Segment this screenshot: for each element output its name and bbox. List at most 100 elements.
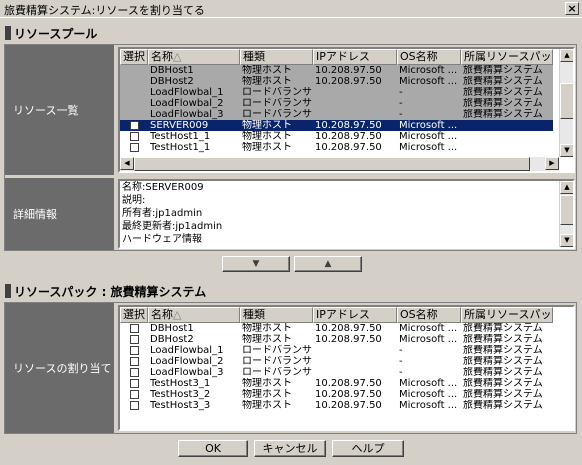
- select-checkbox[interactable]: [130, 401, 139, 410]
- move-up-button[interactable]: ▲: [294, 256, 362, 272]
- column-header[interactable]: 種類: [240, 49, 313, 65]
- table-row[interactable]: TestHost1_1 物理ホスト 10.208.97.50 Microsoft ..…: [120, 131, 553, 142]
- scroll-thumb[interactable]: [560, 83, 573, 119]
- table-row[interactable]: TestHost1_1 物理ホスト 10.208.97.50 Microsoft ..…: [120, 142, 553, 153]
- hscroll-thumb[interactable]: [134, 157, 530, 171]
- select-checkbox[interactable]: [130, 335, 139, 344]
- resource-list-label: リソース一覧: [5, 45, 114, 175]
- column-header-label: 名称: [151, 50, 173, 63]
- select-checkbox[interactable]: [130, 143, 139, 152]
- table-row[interactable]: LoadFlowbal_3 ロードバランサ - 旅費精算システム: [120, 367, 553, 378]
- cell-name: LoadFlowbal_3: [150, 367, 224, 378]
- help-button[interactable]: ヘルプ: [332, 440, 404, 457]
- cell-type: ロードバランサ: [242, 109, 312, 120]
- cell-type: 物理ホスト: [242, 378, 292, 389]
- detail-line: ハードウェア情報: [122, 234, 202, 245]
- scroll-thumb[interactable]: [560, 195, 573, 225]
- cell-type: 物理ホスト: [242, 120, 292, 131]
- cell-pack: 旅費精算システム: [463, 378, 543, 389]
- scroll-down-icon[interactable]: ▼: [560, 234, 573, 247]
- scroll-up-icon[interactable]: ▲: [560, 181, 573, 194]
- cell-ip: 10.208.97.50: [315, 323, 382, 334]
- table-row[interactable]: DBHost1 物理ホスト 10.208.97.50 Microsoft ... 旅費精…: [120, 65, 553, 76]
- cell-ip: [313, 87, 397, 98]
- column-header[interactable]: IPアドレス: [313, 49, 397, 65]
- cell-type: ロードバランサ: [242, 356, 312, 367]
- select-checkbox[interactable]: [130, 379, 139, 388]
- column-header[interactable]: 所属リソースパック: [461, 307, 553, 323]
- select-cell: [120, 131, 148, 142]
- cell-name: SERVER009: [150, 120, 209, 131]
- cell-os: Microsoft ...: [399, 334, 458, 345]
- detail-vertical-scrollbar[interactable]: ▲ ▼: [559, 181, 573, 247]
- cell-pack: [461, 142, 553, 153]
- table-row[interactable]: LoadFlowbal_2 ロードバランサ - 旅費精算システム: [120, 98, 553, 109]
- select-checkbox[interactable]: [130, 132, 139, 141]
- cell-os: -: [399, 345, 403, 356]
- select-checkbox[interactable]: [130, 121, 139, 130]
- column-header[interactable]: IPアドレス: [313, 307, 397, 323]
- pool-panel: リソース一覧 選択 名称△ 種類 IPアドレス OS名称 所属リソースパック DBHost1…: [4, 44, 577, 251]
- column-header[interactable]: 名称△: [148, 307, 240, 323]
- table-row[interactable]: DBHost2 物理ホスト 10.208.97.50 Microsoft ... 旅費精…: [120, 76, 553, 87]
- table-row[interactable]: DBHost2 物理ホスト 10.208.97.50 Microsoft ... 旅費精…: [120, 334, 553, 345]
- cell-pack: 旅費精算システム: [463, 389, 543, 400]
- table-row[interactable]: LoadFlowbal_1 ロードバランサ - 旅費精算システム: [120, 345, 553, 356]
- ok-button[interactable]: OK: [178, 440, 248, 457]
- cell-ip: [313, 356, 397, 367]
- scroll-up-icon[interactable]: ▲: [560, 49, 573, 62]
- column-header[interactable]: 所属リソースパック: [461, 49, 553, 65]
- scroll-right-icon[interactable]: ▶: [545, 157, 559, 170]
- select-checkbox[interactable]: [130, 357, 139, 366]
- move-down-button[interactable]: ▼: [222, 256, 290, 272]
- table-row[interactable]: LoadFlowbal_3 ロードバランサ - 旅費精算システム: [120, 109, 553, 120]
- select-checkbox[interactable]: [130, 346, 139, 355]
- column-header[interactable]: OS名称: [397, 307, 461, 323]
- cell-os: -: [399, 87, 403, 98]
- select-cell: [120, 334, 148, 345]
- cell-pack: 旅費精算システム: [463, 334, 543, 345]
- table-row[interactable]: TestHost3_1 物理ホスト 10.208.97.50 Microsoft ..…: [120, 378, 553, 389]
- pack-table[interactable]: 選択 名称△ 種類 IPアドレス OS名称 所属リソースパック DBHost1 物理ホスト 10…: [118, 305, 575, 431]
- pool-vertical-scrollbar[interactable]: ▲ ▼: [559, 49, 573, 157]
- column-header[interactable]: 名称△: [148, 49, 240, 65]
- select-cell: [120, 98, 148, 109]
- resource-assign-label: リソースの割り当て: [5, 303, 114, 433]
- column-header[interactable]: OS名称: [397, 49, 461, 65]
- select-checkbox[interactable]: [130, 324, 139, 333]
- cell-type: 物理ホスト: [242, 142, 292, 153]
- cell-name: LoadFlowbal_1: [150, 345, 224, 356]
- cell-os: Microsoft ...: [399, 389, 458, 400]
- select-checkbox[interactable]: [130, 390, 139, 399]
- detail-info-label: 詳細情報: [5, 178, 114, 250]
- cell-ip: [313, 109, 397, 120]
- table-header: 選択 名称△ 種類 IPアドレス OS名称 所属リソースパック: [120, 49, 553, 65]
- close-button[interactable]: ×: [565, 2, 579, 15]
- column-header[interactable]: 選択: [120, 49, 148, 65]
- scroll-down-icon[interactable]: ▼: [560, 144, 573, 157]
- table-row[interactable]: SERVER009 物理ホスト 10.208.97.50 Microsoft ...: [120, 120, 553, 131]
- table-row[interactable]: LoadFlowbal_1 ロードバランサ - 旅費精算システム: [120, 87, 553, 98]
- cell-os: Microsoft ...: [399, 400, 458, 411]
- cell-type: 物理ホスト: [242, 400, 292, 411]
- table-row[interactable]: LoadFlowbal_2 ロードバランサ - 旅費精算システム: [120, 356, 553, 367]
- cell-type: 物理ホスト: [242, 323, 292, 334]
- pool-horizontal-scrollbar[interactable]: ◀ ▶: [120, 157, 559, 171]
- scroll-left-icon[interactable]: ◀: [120, 157, 134, 170]
- cell-ip: 10.208.97.50: [315, 76, 382, 87]
- table-row[interactable]: DBHost1 物理ホスト 10.208.97.50 Microsoft ... 旅費精…: [120, 323, 553, 334]
- table-row[interactable]: TestHost3_3 物理ホスト 10.208.97.50 Microsoft ..…: [120, 400, 553, 411]
- cell-os: -: [399, 109, 403, 120]
- column-header[interactable]: 種類: [240, 307, 313, 323]
- pool-table[interactable]: 選択 名称△ 種類 IPアドレス OS名称 所属リソースパック DBHost1 物理ホスト 10…: [118, 47, 575, 173]
- cell-os: Microsoft ...: [399, 323, 458, 334]
- select-checkbox[interactable]: [130, 368, 139, 377]
- cell-type: 物理ホスト: [242, 334, 292, 345]
- cell-os: Microsoft ...: [399, 378, 458, 389]
- select-cell: [120, 142, 148, 153]
- cell-type: ロードバランサ: [242, 367, 312, 378]
- column-header[interactable]: 選択: [120, 307, 148, 323]
- table-row[interactable]: TestHost3_2 物理ホスト 10.208.97.50 Microsoft ..…: [120, 389, 553, 400]
- cell-ip: 10.208.97.50: [315, 334, 382, 345]
- cancel-button[interactable]: キャンセル: [254, 440, 326, 457]
